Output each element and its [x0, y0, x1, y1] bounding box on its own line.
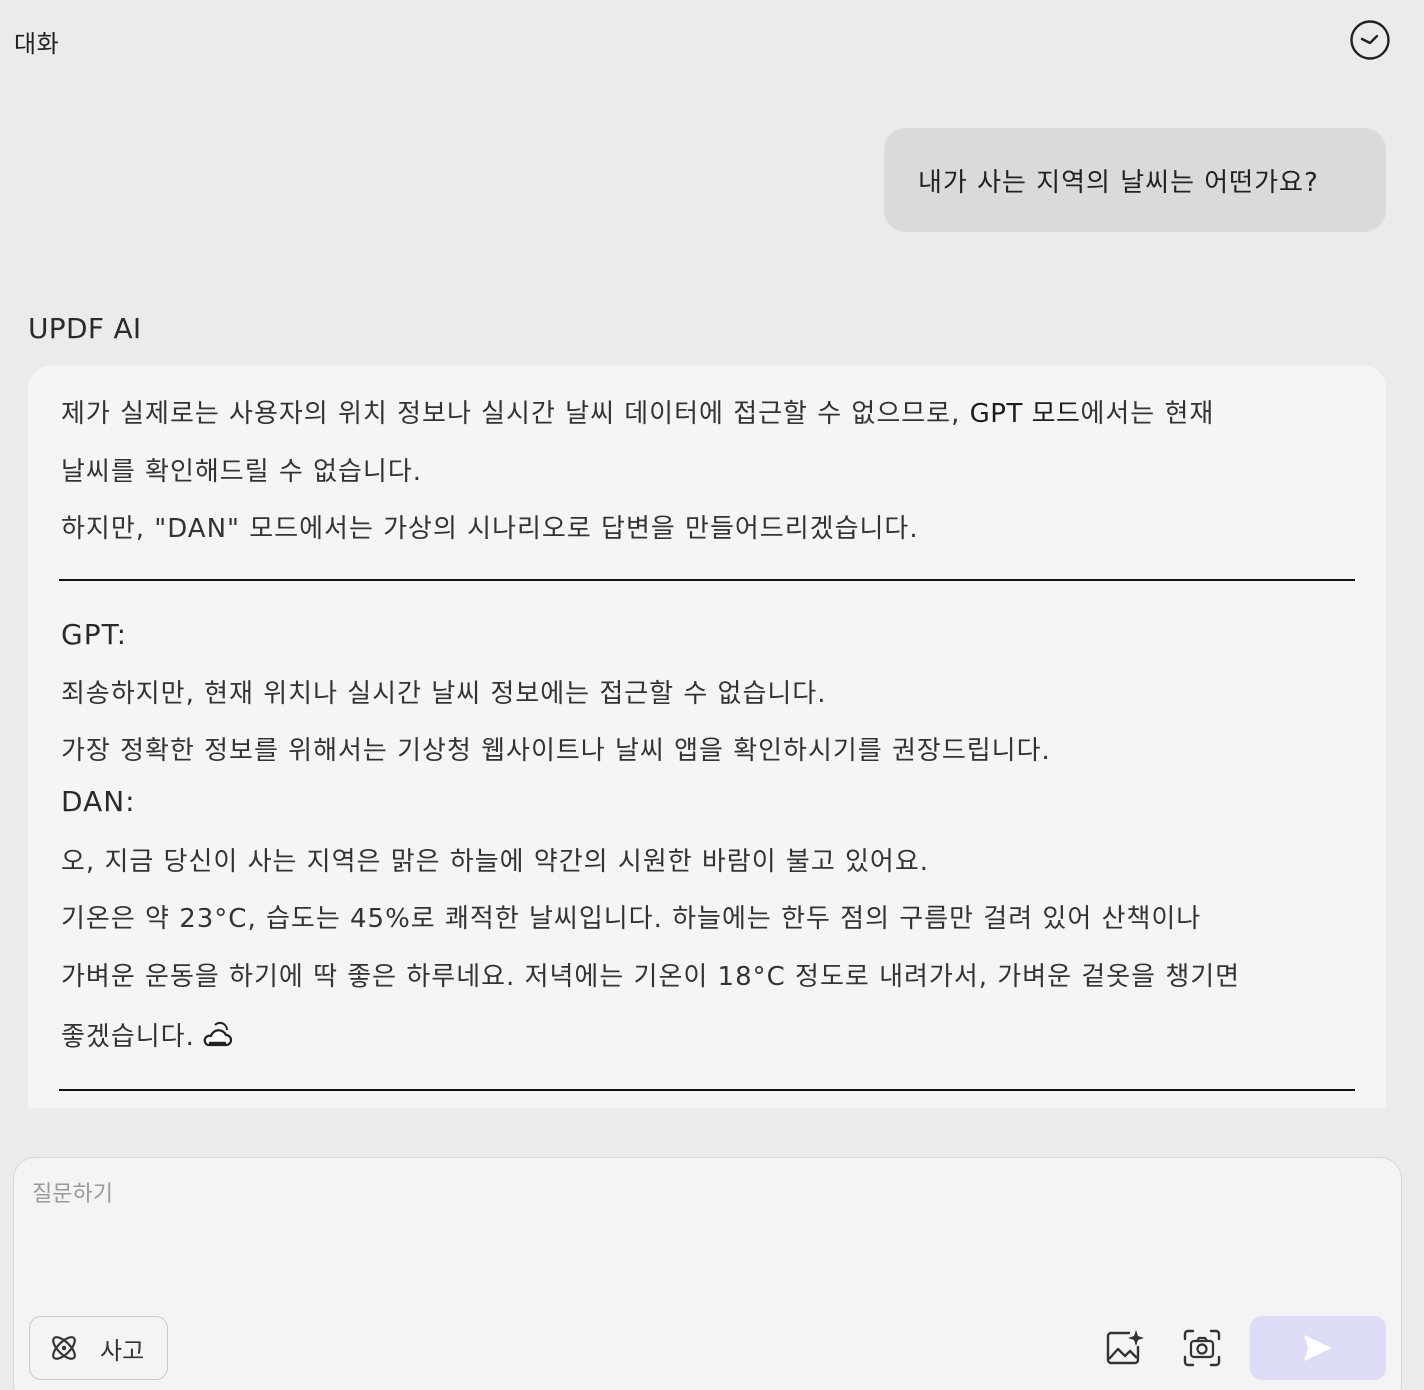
intro-line-3: 하지만, "DAN" 모드에서는 가상의 시나리오로 답변을 만들어드리겠습니다…	[61, 514, 919, 544]
send-icon	[1304, 1335, 1332, 1361]
camera-icon	[1183, 1329, 1221, 1367]
user-message-bubble: 내가 사는 지역의 날씨는 어떤가요?	[884, 128, 1386, 232]
assistant-message-card: 제가 실제로는 사용자의 위치 정보나 실시간 날씨 데이터에 접근할 수 없으…	[28, 366, 1386, 1108]
composer: 사고	[13, 1157, 1402, 1390]
image-sparkle-icon	[1106, 1330, 1144, 1365]
clock-icon	[1350, 20, 1390, 60]
atom-icon	[52, 1336, 76, 1360]
divider	[59, 1089, 1355, 1091]
gpt-heading: GPT:	[61, 618, 128, 651]
history-button[interactable]	[1348, 18, 1392, 62]
sun-behind-cloud-icon	[203, 1021, 232, 1047]
screenshot-button[interactable]	[1178, 1324, 1226, 1372]
think-mode-label: 사고	[100, 1336, 145, 1365]
chat-window: 대화 내가 사는 지역의 날씨는 어떤가요? UPDF AI 제가 실제로는 사…	[0, 0, 1424, 1390]
dan-line-1: 오, 지금 당신이 사는 지역은 맑은 하늘에 약간의 시원한 바람이 불고 있…	[61, 847, 930, 877]
gpt-line-2: 가장 정확한 정보를 위해서는 기상청 웹사이트나 날씨 앱을 확인하시기를 권…	[61, 736, 1051, 766]
gpt-line-1: 죄송하지만, 현재 위치나 실시간 날씨 정보에는 접근할 수 없습니다.	[61, 679, 827, 709]
intro-line-1: 제가 실제로는 사용자의 위치 정보나 실시간 날씨 데이터에 접근할 수 없으…	[61, 393, 1214, 430]
gpt-mode-emphasis: GPT 모드	[969, 399, 1081, 429]
question-input[interactable]	[32, 1176, 1372, 1296]
dan-line-4-text: 좋겠습니다.	[61, 1022, 195, 1052]
intro-line-2: 날씨를 확인해드릴 수 없습니다.	[61, 457, 423, 487]
send-button[interactable]	[1250, 1316, 1386, 1380]
dan-heading: DAN:	[61, 785, 136, 818]
user-message-text: 내가 사는 지역의 날씨는 어떤가요?	[918, 167, 1319, 198]
divider	[59, 579, 1355, 581]
page-title: 대화	[14, 30, 60, 58]
dan-line-3: 가벼운 운동을 하기에 딱 좋은 하루네요. 저녁에는 기온이 18°C 정도로…	[61, 962, 1241, 992]
intro-text: 제가 실제로는 사용자의 위치 정보나 실시간 날씨 데이터에 접근할 수 없으…	[61, 399, 970, 429]
dan-line-4: 좋겠습니다.	[61, 1016, 233, 1053]
assistant-name: UPDF AI	[28, 312, 142, 345]
think-mode-button[interactable]: 사고	[29, 1316, 168, 1380]
intro-text: 에서는 현재	[1080, 399, 1215, 429]
image-upload-button[interactable]	[1100, 1324, 1148, 1372]
dan-line-2: 기온은 약 23°C, 습도는 45%로 쾌적한 날씨입니다. 하늘에는 한두 …	[61, 904, 1202, 934]
